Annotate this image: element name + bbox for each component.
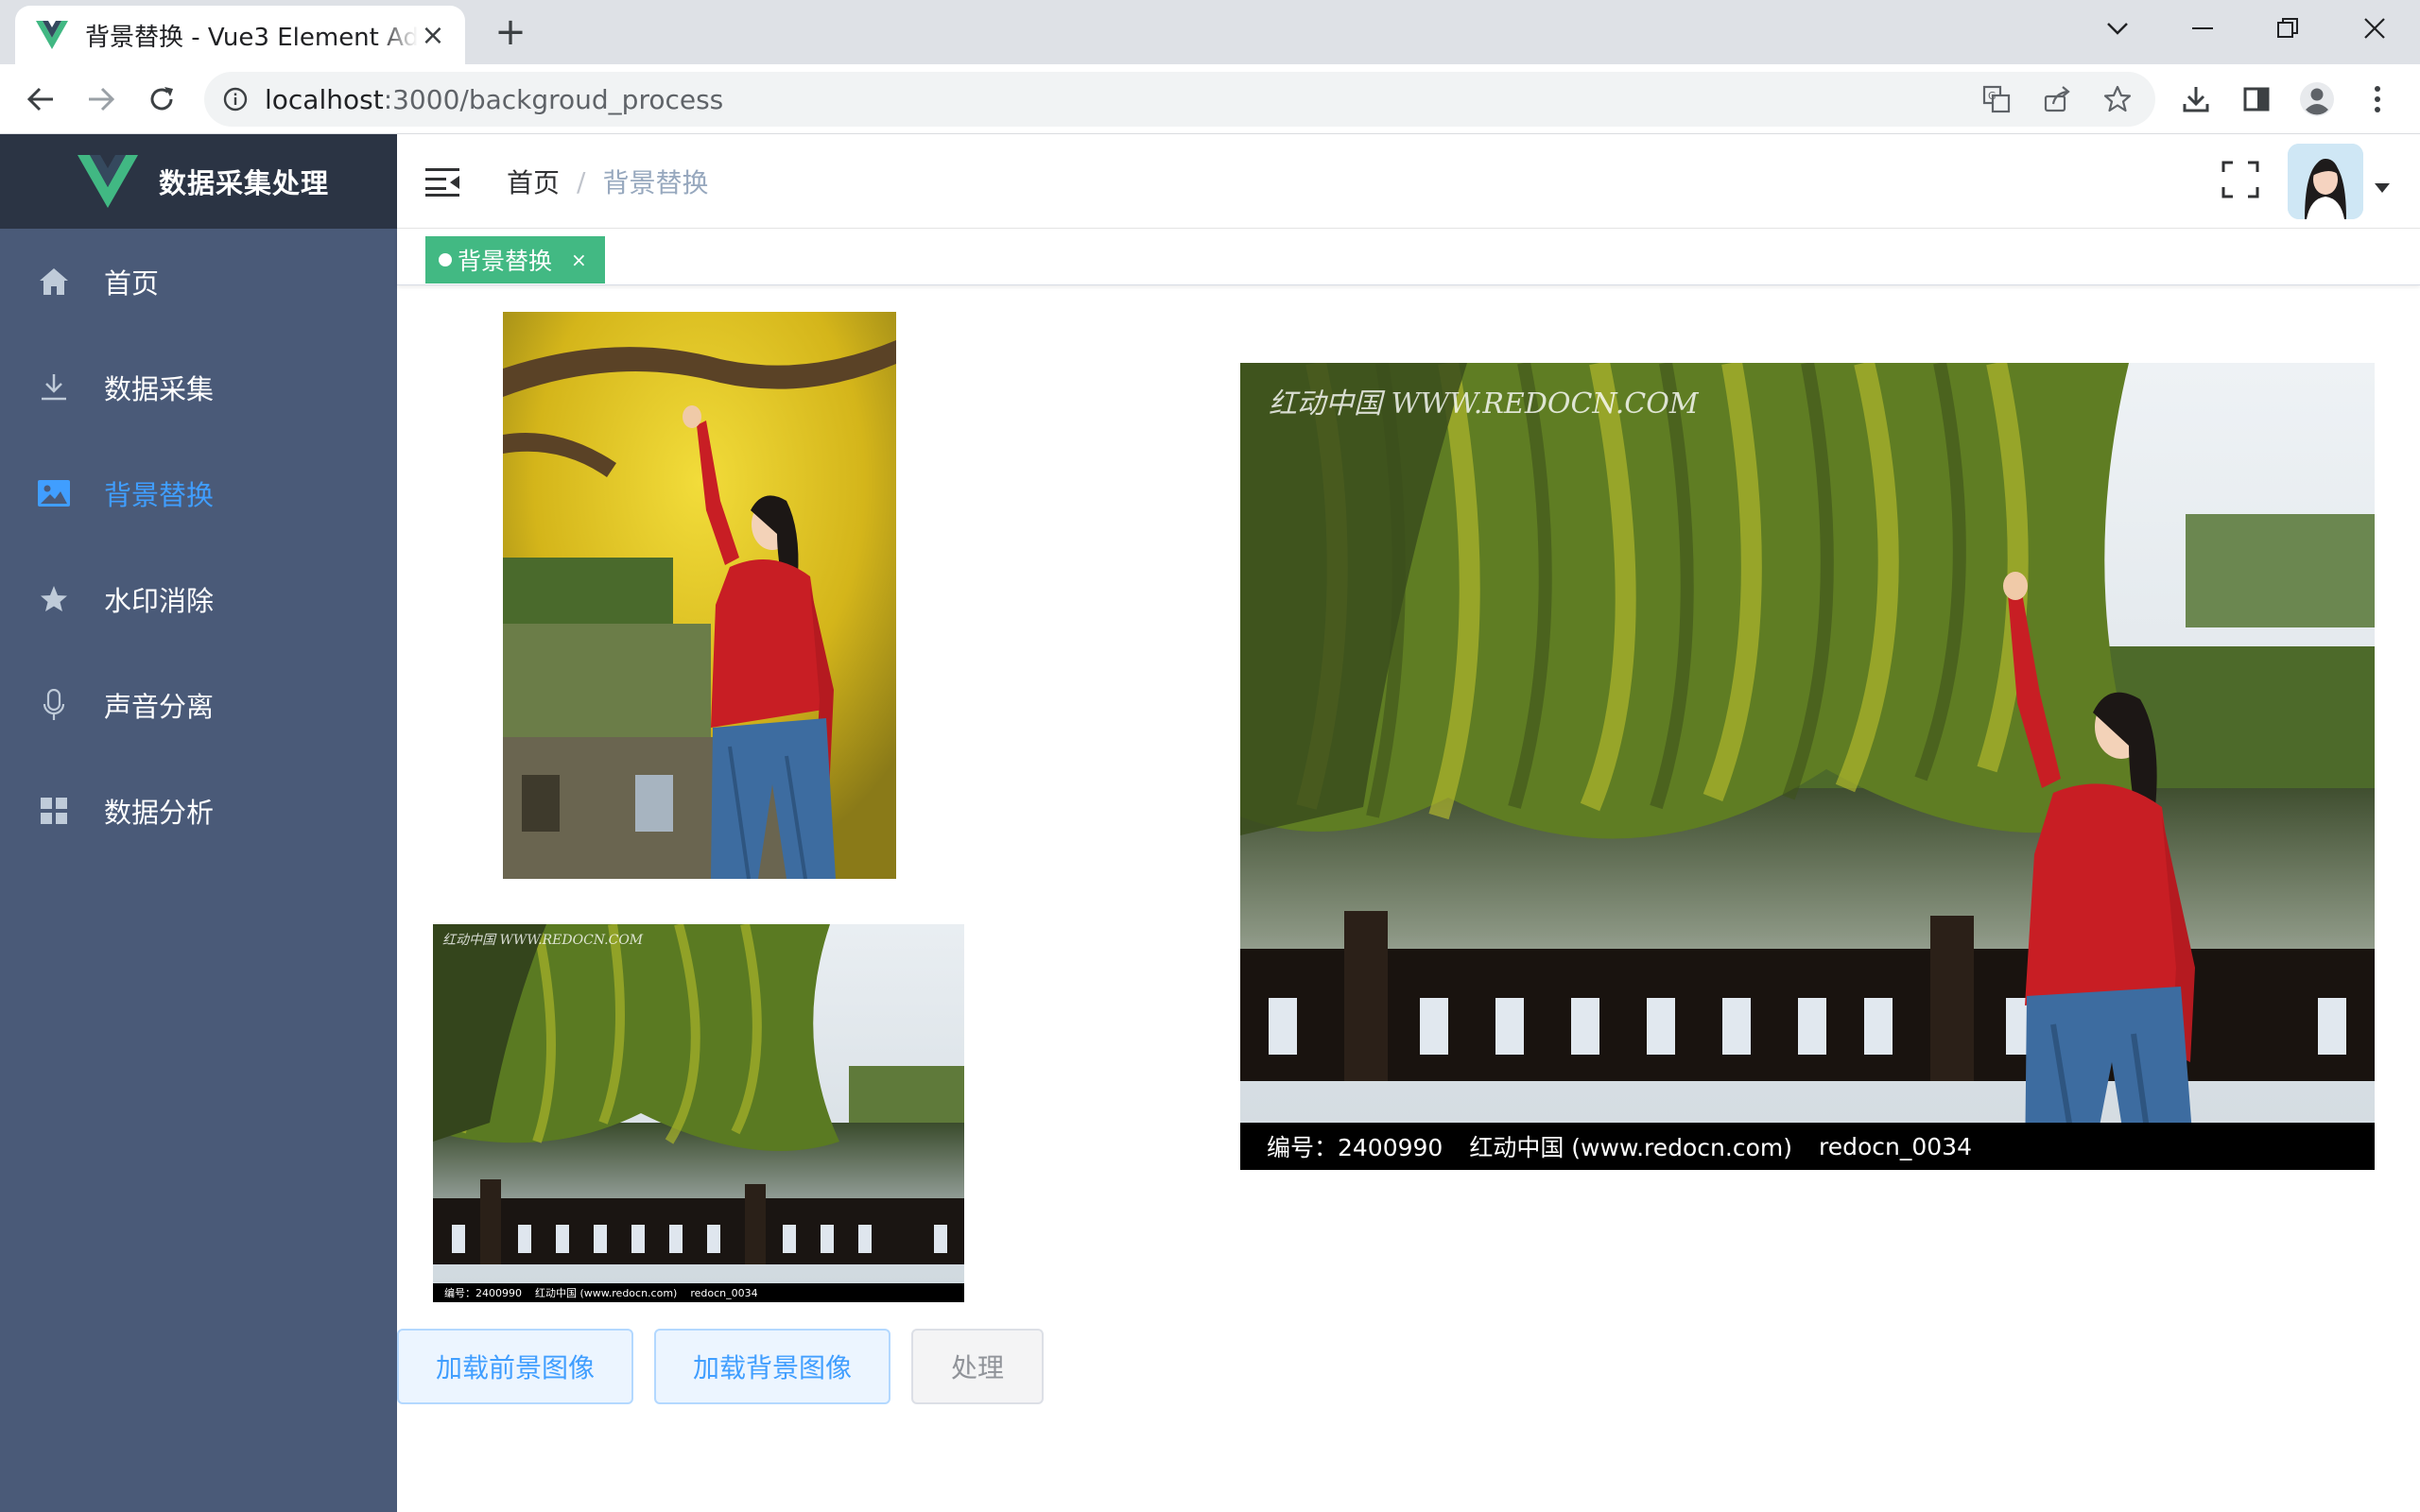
watermark-strip: 编号：2400990 红动中国 (www.redocn.com) redocn_…	[433, 1283, 964, 1302]
browser-toolbar: localhost:3000/backgroud_process G	[0, 64, 2420, 134]
tag-label: 背景替换	[458, 248, 553, 275]
breadcrumb-separator: /	[577, 165, 586, 198]
sidebar-item-label: 声音分离	[104, 691, 215, 723]
sidebar-item-label: 数据采集	[104, 373, 215, 405]
forward-arrow-icon[interactable]	[79, 77, 123, 121]
result-image: 红动中国 WWW.REDOCN.COM 编号：2400990 红动中国 (www…	[1240, 363, 2375, 1170]
svg-text:G: G	[1988, 90, 1996, 102]
sidebar-item-background-replace[interactable]: 背景替换	[0, 440, 397, 546]
address-bar[interactable]: localhost:3000/backgroud_process G	[204, 72, 2155, 127]
microphone-icon	[38, 689, 70, 721]
watermark-strip: 编号：2400990 红动中国 (www.redocn.com) redocn_…	[1240, 1123, 2375, 1170]
sidebar-item-label: 首页	[104, 267, 160, 300]
avatar[interactable]	[2288, 144, 2363, 219]
home-icon	[38, 266, 70, 298]
grid-icon	[38, 795, 70, 827]
reload-icon[interactable]	[140, 77, 183, 121]
vue-logo-icon	[78, 155, 138, 208]
watermark-code: redocn_0034	[1819, 1132, 1972, 1160]
watermark-id: 编号：2400990	[444, 1287, 522, 1299]
back-arrow-icon[interactable]	[19, 77, 62, 121]
load-foreground-button[interactable]: 加载前景图像	[397, 1329, 633, 1404]
share-icon[interactable]	[2038, 80, 2076, 118]
watermark-top-text: 红动中国 WWW.REDOCN.COM	[442, 933, 644, 948]
breadcrumb: 首页 / 背景替换	[507, 163, 708, 200]
sidebar-item-label: 背景替换	[104, 479, 215, 511]
sidebar: 数据采集处理 首页 数据采集 背景替换 水印消除 声音分离 数据分析	[0, 134, 397, 1512]
load-background-button[interactable]: 加载背景图像	[654, 1329, 890, 1404]
picture-icon	[38, 477, 70, 509]
translate-icon[interactable]: G	[1978, 80, 2015, 118]
url-text[interactable]: localhost:3000/backgroud_process	[265, 84, 723, 115]
sidebar-item-data-collection[interactable]: 数据采集	[0, 335, 397, 440]
navbar: 首页 / 背景替换	[397, 134, 2420, 229]
tag-close-icon[interactable]: ×	[571, 249, 587, 271]
bookmark-star-icon[interactable]	[2099, 80, 2136, 118]
sidebar-item-label: 水印消除	[104, 585, 215, 617]
tag-background-replace[interactable]: 背景替换 ×	[425, 236, 605, 284]
profile-icon[interactable]	[2295, 77, 2339, 121]
main-content: 首页 / 背景替换 背景替换 × 红动中国 WWW.REDOCN.COM 编号：…	[397, 134, 2420, 1512]
sidebar-menu: 首页 数据采集 背景替换 水印消除 声音分离 数据分析	[0, 229, 397, 864]
breadcrumb-current: 背景替换	[602, 167, 709, 198]
close-window-icon[interactable]	[2346, 9, 2403, 47]
browser-menu-icon[interactable]	[2356, 77, 2399, 121]
sidebar-item-label: 数据分析	[104, 797, 215, 829]
sidebar-item-data-analysis[interactable]: 数据分析	[0, 758, 397, 864]
tab-title: 背景替换 - Vue3 Element Admin	[85, 23, 418, 52]
vue-logo-icon	[36, 21, 68, 49]
tab-search-chevron-icon[interactable]	[2089, 9, 2146, 47]
tab-close-icon[interactable]: ×	[418, 19, 448, 52]
restore-icon[interactable]	[2259, 9, 2316, 47]
tags-view: 背景替换 ×	[397, 229, 2420, 285]
sidebar-brand-title: 数据采集处理	[159, 167, 330, 199]
minimize-icon[interactable]	[2174, 9, 2231, 47]
watermark-top-text: 红动中国 WWW.REDOCN.COM	[1269, 387, 1699, 421]
fullscreen-icon[interactable]	[2221, 161, 2259, 198]
avatar-dropdown-caret-icon[interactable]	[2375, 183, 2390, 193]
watermark-site: 红动中国 (www.redocn.com)	[535, 1287, 678, 1299]
watermark-id: 编号：2400990	[1267, 1134, 1443, 1161]
star-icon	[38, 583, 70, 615]
sidebar-item-home[interactable]: 首页	[0, 229, 397, 335]
process-button[interactable]: 处理	[911, 1329, 1044, 1404]
browser-tab[interactable]: 背景替换 - Vue3 Element Admin ×	[15, 6, 465, 64]
browser-titlebar: 背景替换 - Vue3 Element Admin × +	[0, 0, 2420, 64]
sidebar-logo[interactable]: 数据采集处理	[0, 134, 397, 229]
hamburger-icon[interactable]	[425, 166, 459, 197]
watermark-code: redocn_0034	[690, 1286, 758, 1299]
background-image: 红动中国 WWW.REDOCN.COM 编号：2400990 红动中国 (www…	[433, 924, 964, 1302]
sidebar-item-audio-separation[interactable]: 声音分离	[0, 652, 397, 758]
active-dot-icon	[439, 253, 452, 266]
download-icon[interactable]	[2174, 77, 2218, 121]
foreground-image	[503, 312, 896, 879]
breadcrumb-home[interactable]: 首页	[507, 163, 560, 200]
watermark-site: 红动中国 (www.redocn.com)	[1469, 1134, 1792, 1161]
new-tab-button[interactable]: +	[492, 13, 529, 51]
sidebar-item-watermark-remove[interactable]: 水印消除	[0, 546, 397, 652]
download-icon	[38, 371, 70, 404]
side-panel-icon[interactable]	[2235, 77, 2278, 121]
site-info-icon[interactable]	[223, 87, 248, 112]
